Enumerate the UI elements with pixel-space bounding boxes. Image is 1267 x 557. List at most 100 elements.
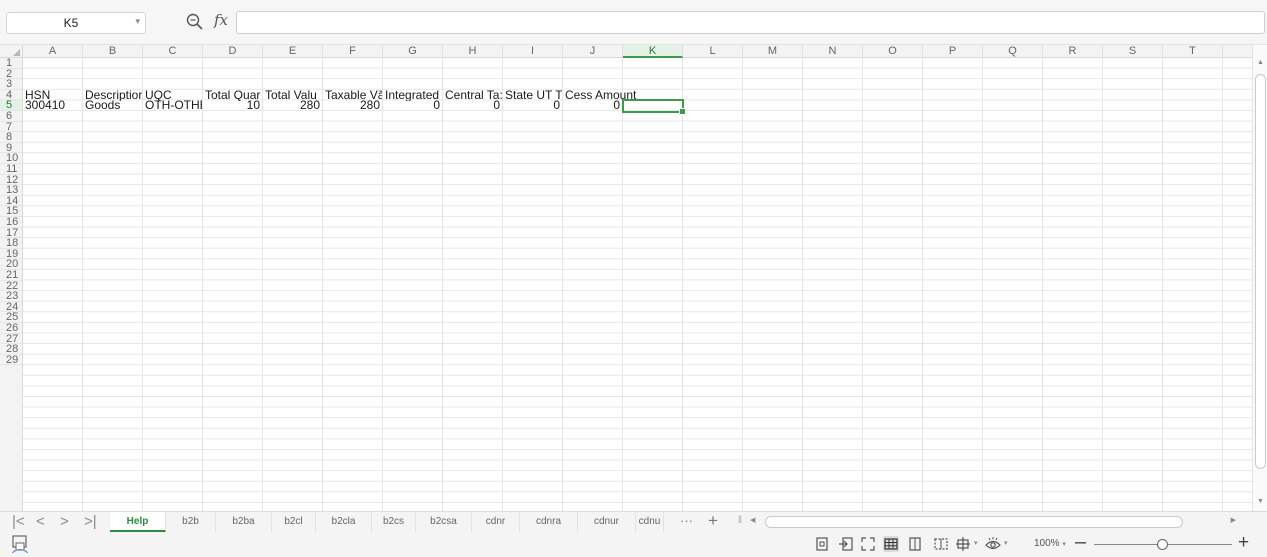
page-layout-icon[interactable]: [907, 536, 923, 552]
column-header-p[interactable]: P: [923, 45, 983, 58]
cell-e4[interactable]: Total Valu: [264, 90, 322, 101]
previous-sheet-button[interactable]: <: [36, 514, 45, 529]
chevron-down-icon[interactable]: ▾: [974, 539, 978, 547]
more-sheets-button[interactable]: ···: [680, 513, 693, 528]
sheet-tab-cdnr[interactable]: cdnr: [472, 512, 520, 532]
scroll-down-icon[interactable]: ▼: [1257, 498, 1264, 505]
fullscreen-icon[interactable]: [860, 536, 876, 552]
sheet-tab-cdnu[interactable]: cdnu: [636, 512, 664, 532]
sheet-tab-b2b[interactable]: b2b: [166, 512, 216, 532]
column-header-r[interactable]: R: [1043, 45, 1103, 58]
column-header-h[interactable]: H: [443, 45, 503, 58]
column-header-b[interactable]: B: [83, 45, 143, 58]
page-break-icon[interactable]: [933, 536, 949, 552]
zoom-slider-handle[interactable]: [1157, 539, 1168, 550]
chevron-down-icon: ▾: [1062, 541, 1066, 548]
cell-h4[interactable]: Central Ta:: [444, 90, 502, 101]
zoom-level-value: 100%: [1034, 538, 1060, 549]
cell-f5[interactable]: 280: [324, 100, 382, 111]
column-header-e[interactable]: E: [263, 45, 323, 58]
cell-d4[interactable]: Total Quar: [204, 90, 262, 101]
row-header-26[interactable]: 26: [0, 323, 22, 334]
column-header-f[interactable]: F: [323, 45, 383, 58]
cell-area[interactable]: HSN Descriptior UQC Total Quar Total Valu Tax…: [23, 58, 1252, 511]
cell-b4[interactable]: Descriptior: [84, 90, 142, 101]
column-header-o[interactable]: O: [863, 45, 923, 58]
row-header-6[interactable]: 6: [0, 111, 22, 122]
vertical-scroll-thumb[interactable]: [1255, 74, 1266, 469]
cell-h5[interactable]: 0: [444, 100, 502, 111]
scroll-left-icon[interactable]: ◀: [750, 516, 755, 524]
formula-input[interactable]: [236, 11, 1265, 34]
normal-view-icon[interactable]: [883, 536, 899, 552]
column-header-q[interactable]: Q: [983, 45, 1043, 58]
insert-function-button[interactable]: fx: [214, 11, 228, 29]
cell-g4[interactable]: Integrated: [384, 90, 442, 101]
sheet-tab-help[interactable]: Help: [110, 512, 166, 532]
column-header-d[interactable]: D: [203, 45, 263, 58]
page-icon[interactable]: [814, 536, 830, 552]
freeze-panes-icon[interactable]: [956, 536, 972, 552]
sheet-tab-b2csa[interactable]: b2csa: [416, 512, 472, 532]
sheet-tab-cdnra[interactable]: cdnra: [520, 512, 578, 532]
column-header-m[interactable]: M: [743, 45, 803, 58]
zoom-out-button[interactable]: –: [1075, 531, 1086, 554]
column-header-j[interactable]: J: [563, 45, 623, 58]
sheet-tab-b2cla[interactable]: b2cla: [316, 512, 372, 532]
column-header-n[interactable]: N: [803, 45, 863, 58]
cell-e5[interactable]: 280: [264, 100, 322, 111]
export-icon[interactable]: [838, 536, 854, 552]
sheet-tab-b2cl[interactable]: b2cl: [272, 512, 316, 532]
row-headers: 1 2 3 4 5 6 7 8 9 10 11 12 13 14 15 16 17 18 19 20 21 22 23 24 2…: [0, 58, 23, 511]
cell-f4[interactable]: Taxable Vå: [324, 90, 382, 101]
first-sheet-button[interactable]: |<: [12, 514, 25, 529]
cell-a4[interactable]: HSN: [24, 90, 82, 101]
cell-i4[interactable]: State UT T: [504, 90, 562, 101]
row-header-16[interactable]: 16: [0, 217, 22, 228]
column-header-s[interactable]: S: [1103, 45, 1163, 58]
cell-d5[interactable]: 10: [204, 100, 262, 111]
row-header-1[interactable]: 1: [0, 58, 22, 69]
cell-c5[interactable]: OTH-OTHE: [144, 100, 202, 111]
cell-j4[interactable]: Cess Amount: [564, 90, 680, 101]
eye-protection-icon[interactable]: [985, 536, 1001, 552]
sheet-tab-b2cs[interactable]: b2cs: [372, 512, 416, 532]
function-lookup-icon[interactable]: [186, 12, 204, 32]
zoom-level-button[interactable]: 100% ▾: [1034, 538, 1066, 549]
horizontal-scrollbar[interactable]: ◀ ▶: [748, 515, 1246, 529]
add-sheet-button[interactable]: +: [708, 511, 718, 531]
sheet-tab-cdnur[interactable]: cdnur: [578, 512, 636, 532]
sheet-tab-b2ba[interactable]: b2ba: [216, 512, 272, 532]
horizontal-scroll-thumb[interactable]: [765, 516, 1183, 528]
row-header-11[interactable]: 11: [0, 164, 22, 175]
cell-c4[interactable]: UQC: [144, 90, 202, 101]
chevron-down-icon[interactable]: ▾: [135, 16, 140, 27]
tab-splitter-handle[interactable]: ‖: [738, 515, 742, 526]
column-header-i[interactable]: I: [503, 45, 563, 58]
name-box[interactable]: K5 ▾: [6, 12, 146, 34]
scroll-right-icon[interactable]: ▶: [1231, 516, 1236, 524]
zoom-in-button[interactable]: +: [1238, 532, 1249, 554]
column-header-k[interactable]: K: [623, 45, 683, 58]
column-header-g[interactable]: G: [383, 45, 443, 58]
cell-a5[interactable]: 300410: [24, 100, 82, 111]
cell-g5[interactable]: 0: [384, 100, 442, 111]
cell-i5[interactable]: 0: [504, 100, 562, 111]
vertical-scrollbar[interactable]: ▲ ▼: [1252, 45, 1267, 511]
row-header-21[interactable]: 21: [0, 270, 22, 281]
cell-j5[interactable]: 0: [564, 100, 622, 111]
chevron-down-icon[interactable]: ▾: [1004, 539, 1008, 547]
macro-icon[interactable]: [12, 535, 28, 553]
sheet-tab-bar: |< < > >| Help b2b b2ba b2cl b2cla b2cs b2csa c…: [0, 511, 1267, 532]
cell-b5[interactable]: Goods: [84, 100, 142, 111]
next-sheet-button[interactable]: >: [60, 514, 69, 529]
last-sheet-button[interactable]: >|: [84, 514, 97, 529]
active-cell-selection[interactable]: [622, 99, 686, 115]
column-header-l[interactable]: L: [683, 45, 743, 58]
scroll-up-icon[interactable]: ▲: [1257, 59, 1264, 66]
row-header-29[interactable]: 29: [0, 355, 22, 366]
column-header-a[interactable]: A: [23, 45, 83, 58]
name-box-value: K5: [63, 16, 79, 30]
column-header-c[interactable]: C: [143, 45, 203, 58]
column-header-t[interactable]: T: [1163, 45, 1223, 58]
